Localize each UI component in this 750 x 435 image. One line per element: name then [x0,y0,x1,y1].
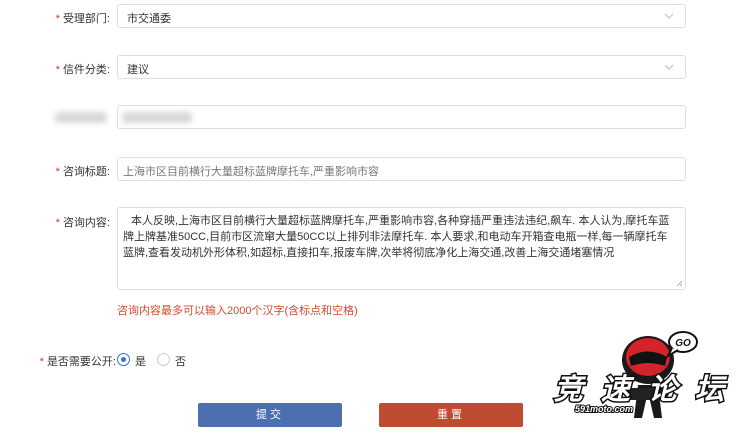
content-textarea[interactable]: 本人反映,上海市区目前横行大量超标蓝牌摩托车,严重影响市容,各种穿插严重违法违纪… [117,207,686,290]
watermark-url: 591moto.com [575,404,633,414]
public-no-label[interactable]: 否 [175,353,186,369]
department-select[interactable]: 市交通委 [117,4,686,28]
reset-button[interactable]: 重置 [379,403,523,427]
public-yes-radio[interactable] [117,353,130,366]
category-select[interactable]: 建议 [117,55,686,79]
department-value: 市交通委 [127,13,171,25]
category-label: * 信件分类: [55,64,110,76]
department-label: * 受理部门: [55,13,110,25]
content-value: 本人反映,上海市区目前横行大量超标蓝牌摩托车,严重影响市容,各种穿插严重违法违纪… [123,215,670,259]
resize-handle-icon[interactable] [676,280,683,287]
title-value: 上海市区目前横行大量超标蓝牌摩托车,严重影响市容 [123,166,380,178]
redacted-label [55,112,107,123]
title-input[interactable]: 上海市区目前横行大量超标蓝牌摩托车,严重影响市容 [117,157,686,181]
category-value: 建议 [127,64,149,76]
public-no-radio[interactable] [157,353,170,366]
content-hint: 咨询内容最多可以输入2000个汉字(含标点和空格) [117,305,358,317]
required-mark: * [39,356,44,368]
required-mark: * [55,13,60,25]
chevron-down-icon [664,13,674,19]
public-label: * 是否需要公开: [39,356,116,368]
required-mark: * [55,64,60,76]
speech-bubble-icon: GO [665,331,698,359]
public-yes-label[interactable]: 是 [135,353,146,369]
redacted-value [122,112,192,123]
required-mark: * [55,217,60,229]
submit-button[interactable]: 提交 [198,403,342,427]
chevron-down-icon [664,64,674,70]
bubble-text: GO [675,338,691,349]
content-label: * 咨询内容: [55,217,110,229]
watermark-text: 竞速论坛 [554,372,742,406]
redacted-input[interactable] [117,105,686,129]
forum-watermark-logo: GO 竞速论坛 591moto.com [552,331,742,418]
required-mark: * [55,166,60,178]
title-label: * 咨询标题: [55,166,110,178]
